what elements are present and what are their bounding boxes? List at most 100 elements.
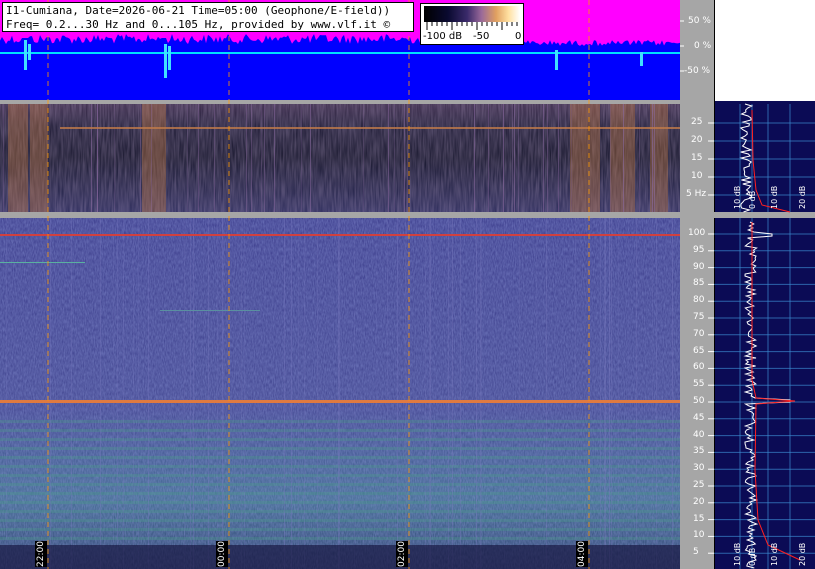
lf-streak [623, 104, 624, 212]
lf-streak [518, 104, 519, 212]
hf-streak [338, 218, 339, 569]
hf-streak [476, 218, 477, 569]
lf-label-10: 10 [691, 171, 703, 181]
hf-streak [519, 218, 520, 569]
hf-streak [405, 218, 406, 569]
color-scale-label-max: 0 [515, 31, 522, 42]
hf-streak [575, 218, 576, 569]
hf-streak [354, 218, 355, 569]
hf-label-65: 65 [693, 345, 705, 356]
hf-label-75: 75 [693, 312, 705, 322]
time-label-0400: 04:00 [576, 541, 588, 567]
side-upper-label-2: 0 dB [748, 190, 757, 209]
hf-streak [448, 218, 449, 569]
hf-label-5: 5 [693, 547, 699, 558]
color-scale-gradient [424, 6, 520, 22]
hf-trace-1 [0, 262, 85, 263]
time-label-2200: 22:00 [35, 541, 47, 567]
hf-streak [504, 218, 505, 569]
hf-label-100: 100 [688, 228, 706, 238]
lf-streak [388, 104, 389, 212]
hf-streak [546, 218, 547, 569]
hf-streak [133, 218, 134, 569]
title-box: I1-Cumiana, Date=2026-06-21 Time=05:00 (… [2, 2, 414, 32]
hf-streak [123, 218, 124, 569]
hf-label-40: 40 [693, 429, 705, 440]
panel-separator-top [0, 100, 680, 104]
hf-streak [223, 218, 224, 569]
hf-streak [193, 218, 194, 569]
lf-burst [570, 104, 600, 212]
hf-streak [50, 218, 51, 569]
side-separator [714, 212, 815, 218]
title-line-1: I1-Cumiana, Date=2026-06-21 Time=05:00 (… [6, 4, 391, 17]
side-lower-label-1: 10 dB [733, 542, 742, 566]
hf-streak [284, 218, 285, 569]
hf-label-20: 20 [693, 496, 705, 507]
hf-streak [605, 218, 606, 569]
line-100hz [0, 234, 680, 236]
hf-streak [430, 218, 431, 569]
side-lower-label-3: 10 dB [770, 542, 779, 566]
lf-label-20: 20 [691, 135, 703, 145]
lf-streak [151, 104, 152, 212]
lf-streak [639, 104, 640, 212]
hf-streak [6, 218, 7, 569]
hf-streak [317, 218, 318, 569]
hf-trace-2 [160, 310, 260, 311]
lf-streak [264, 104, 265, 212]
lf-streak [310, 104, 311, 212]
hf-streak [376, 218, 377, 569]
lf-label-15: 15 [691, 153, 703, 163]
spectrogram-viewer: I1-Cumiana, Date=2026-06-21 Time=05:00 (… [0, 0, 815, 569]
lf-burst [142, 104, 166, 212]
lf-burst [8, 104, 28, 212]
lf-burst [610, 104, 635, 212]
hf-streak [113, 218, 114, 569]
lf-streak [198, 104, 199, 212]
lf-streak [114, 104, 115, 212]
side-lower-label-2: 0 dB [748, 547, 757, 566]
hf-streak [291, 218, 292, 569]
side-lower-label-4: 20 dB [798, 542, 807, 566]
hf-streak [117, 218, 118, 569]
hf-label-70: 70 [693, 328, 705, 339]
hf-label-60: 60 [693, 362, 705, 373]
panel-separator-bottom [0, 212, 680, 218]
hf-streak [71, 218, 72, 569]
hf-streak [611, 218, 612, 569]
lf-streak [514, 104, 515, 212]
hf-label-50: 50 [693, 396, 705, 406]
side-upper-label-4: 20 dB [798, 185, 807, 209]
hf-streak [609, 218, 610, 569]
lf-streak [558, 104, 559, 212]
hf-streak [387, 218, 388, 569]
hf-streak [604, 218, 605, 569]
lf-streak [363, 104, 364, 212]
hf-streak [217, 218, 218, 569]
waveform-spike [28, 44, 31, 60]
side-panel-blank [714, 0, 815, 101]
lf-streak [140, 104, 141, 212]
hf-label-45: 45 [693, 412, 705, 423]
hf-streak [429, 218, 430, 569]
color-scale-ticks [426, 22, 518, 30]
lf-streak [3, 104, 4, 212]
side-upper-label-1: 10 dB [733, 185, 742, 209]
waveform-spike [555, 50, 558, 70]
lf-label-5hz: 5 Hz [686, 189, 707, 199]
hf-streak [148, 218, 149, 569]
lf-streak [571, 104, 572, 212]
lf-streak [474, 104, 475, 212]
waveform-spike [640, 52, 643, 66]
hf-streak [298, 218, 299, 569]
hf-label-30: 30 [693, 463, 705, 474]
hf-streak [222, 218, 223, 569]
lf-streak [547, 104, 548, 212]
hf-label-10: 10 [693, 530, 705, 541]
hf-streak [241, 218, 242, 569]
hf-streak [138, 218, 139, 569]
hf-streak [636, 218, 637, 569]
lf-streak [261, 104, 262, 212]
lf-burst [30, 104, 48, 212]
